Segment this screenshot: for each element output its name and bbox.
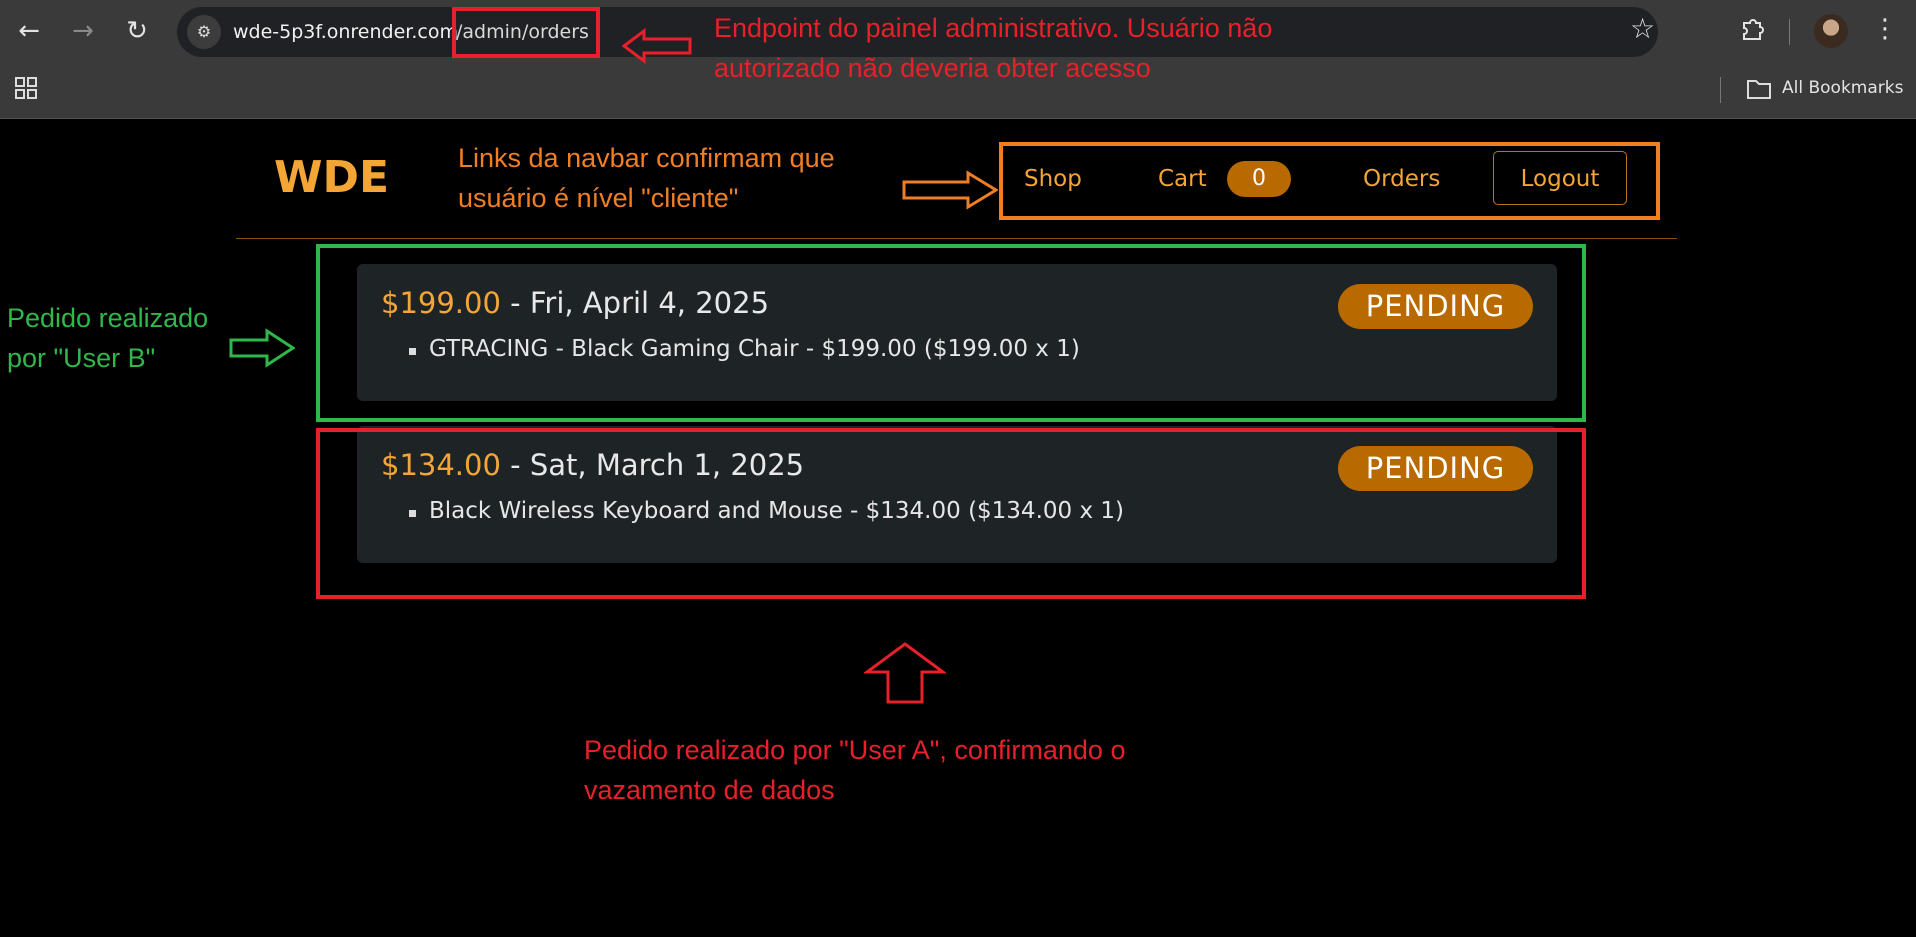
annotation-arrow-right-icon <box>229 328 295 368</box>
profile-avatar[interactable] <box>1814 14 1848 48</box>
user-a-note-line2: vazamento de dados <box>584 775 835 805</box>
bookmark-star-icon[interactable]: ☆ <box>1630 12 1655 45</box>
folder-icon <box>1747 80 1771 99</box>
user-a-note: Pedido realizado por "User A", confirman… <box>584 730 1125 810</box>
reload-icon[interactable]: ↻ <box>120 14 154 48</box>
user-b-note: Pedido realizado por "User B" <box>7 298 208 378</box>
user-a-note-line1: Pedido realizado por "User A", confirman… <box>584 735 1126 765</box>
endpoint-note: Endpoint do painel administrativo. Usuár… <box>714 8 1272 88</box>
navbar-note-line1: Links da navbar confirmam que <box>458 143 835 173</box>
navbar-note: Links da navbar confirmam que usuário é … <box>458 138 835 218</box>
url-highlight-box <box>452 7 600 58</box>
annotation-arrow-left-icon <box>622 28 692 64</box>
navbar-note-line2: usuário é nível "cliente" <box>458 183 739 213</box>
apps-grid-icon[interactable] <box>14 76 38 100</box>
toolbar-divider <box>1789 19 1790 45</box>
user-b-note-line2: por "User B" <box>7 343 156 373</box>
forward-icon[interactable]: → <box>66 14 100 48</box>
navbar-divider <box>236 238 1677 239</box>
annotation-arrow-up-icon <box>864 642 946 704</box>
extensions-icon[interactable] <box>1735 14 1769 48</box>
back-icon[interactable]: ← <box>12 14 46 48</box>
endpoint-note-line2: autorizado não deveria obter acesso <box>714 53 1151 83</box>
brand-logo[interactable]: WDE <box>274 152 389 203</box>
url-host: wde-5p3f.onrender.com <box>233 21 458 43</box>
user-a-highlight-box <box>316 428 1586 599</box>
user-b-highlight-box <box>316 244 1586 422</box>
more-menu-icon[interactable]: ⋮ <box>1872 12 1898 46</box>
site-info-icon[interactable]: ⚙ <box>187 15 221 49</box>
navbar-highlight-box <box>999 142 1660 220</box>
user-b-note-line1: Pedido realizado <box>7 303 209 333</box>
bookmarks-divider <box>1720 77 1721 103</box>
annotation-arrow-right-icon <box>902 170 998 210</box>
all-bookmarks-link[interactable]: All Bookmarks <box>1782 78 1903 98</box>
endpoint-note-line1: Endpoint do painel administrativo. Usuár… <box>714 13 1273 43</box>
